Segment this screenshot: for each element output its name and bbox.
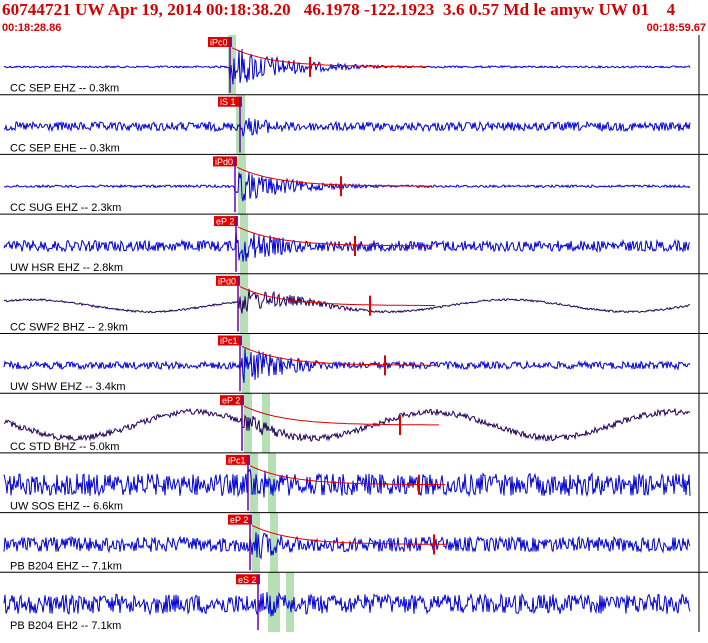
station-label: CC STD BHZ -- 5.0km	[10, 441, 119, 453]
seismogram-panel[interactable]: iPc0 CC SEP EHZ -- 0.3km iS 1 CC SEP EHE --…	[0, 35, 708, 638]
waveform-trace	[3, 407, 691, 442]
station-label: UW SHW EHZ -- 3.4km	[10, 381, 126, 393]
waveform-trace	[3, 288, 691, 314]
phase-pick-label: iPd0	[218, 276, 236, 286]
coda-fit-line	[251, 524, 447, 545]
trace-panel[interactable]: iPd0 CC SWF2 BHZ -- 2.9km	[0, 273, 708, 334]
window-end-time: 00:18:59.67	[646, 22, 706, 34]
waveform-trace	[3, 48, 691, 85]
station-label: CC SWF2 BHZ -- 2.9km	[10, 322, 128, 334]
phase-pick-label: iS 1	[220, 97, 236, 107]
trace-panel[interactable]: iPc1 UW SOS EHZ -- 6.6km	[0, 452, 708, 513]
phase-pick-label: iPc0	[210, 38, 228, 48]
phase-pick-label: eP 2	[222, 396, 240, 406]
waveform-trace	[3, 591, 691, 617]
event-title: 60744721 UW Apr 19, 2014 00:18:38.20 46.…	[2, 0, 676, 19]
trace-panel[interactable]: iPc1 UW SHW EHZ -- 3.4km	[0, 333, 708, 394]
pick-window-shade	[270, 512, 278, 573]
waveform-trace	[3, 348, 691, 383]
phase-pick-label: eP 2	[216, 217, 234, 227]
station-label: CC SUG EHZ -- 2.3km	[10, 202, 121, 214]
trace-panel[interactable]: iS 1 CC SEP EHE -- 0.3km	[0, 94, 708, 155]
station-label: CC SEP EHZ -- 0.3km	[10, 83, 119, 95]
station-label: UW SOS EHZ -- 6.6km	[10, 501, 123, 513]
station-label: UW HSR EHZ -- 2.8km	[10, 262, 123, 274]
phase-pick-label: iPc1	[228, 455, 246, 465]
pick-window-shade	[238, 154, 246, 215]
waveform-trace	[3, 231, 691, 262]
trace-panel[interactable]: eP 2 CC STD BHZ -- 5.0km	[0, 392, 708, 453]
station-label: CC SEP EHE -- 0.3km	[10, 142, 120, 154]
phase-pick-label: eS 2	[238, 575, 257, 585]
trace-panel[interactable]: eP 2 UW HSR EHZ -- 2.8km	[0, 213, 708, 274]
pick-window-shade	[240, 214, 248, 274]
seismogram-canvas[interactable]: iPc0 CC SEP EHZ -- 0.3km iS 1 CC SEP EHE --…	[0, 35, 708, 638]
waveform-trace	[4, 172, 691, 202]
pick-window-shade	[286, 572, 294, 632]
window-start-time: 00:18:28.86	[2, 22, 62, 34]
phase-pick-label: iPd0	[215, 157, 233, 167]
phase-pick-label: eP 2	[230, 515, 248, 525]
event-header: 60744721 UW Apr 19, 2014 00:18:38.20 46.…	[0, 0, 708, 36]
waveform-trace	[3, 532, 691, 560]
station-label: PB B204 EH2 -- 7.1km	[10, 620, 121, 632]
trace-panel[interactable]: eP 2 PB B204 EHZ -- 7.1km	[0, 512, 708, 573]
trace-panel[interactable]: iPd0 CC SUG EHZ -- 2.3km	[0, 153, 708, 215]
trace-panel[interactable]: eS 2 PB B204 EH2 -- 7.1km	[0, 571, 708, 632]
waveform-trace	[3, 117, 691, 137]
phase-pick-label: iPc1	[220, 336, 238, 346]
station-label: PB B204 EHZ -- 7.1km	[10, 560, 122, 572]
trace-panel[interactable]: iPc0 CC SEP EHZ -- 0.3km	[3, 35, 700, 95]
